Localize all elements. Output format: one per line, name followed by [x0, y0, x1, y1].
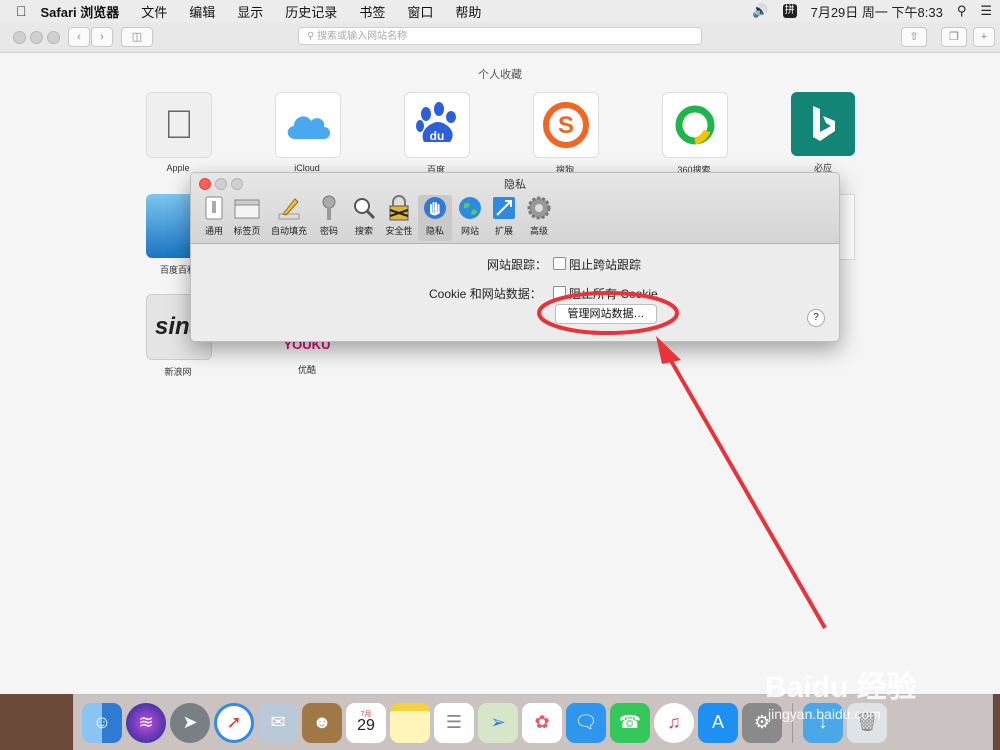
- finder-icon[interactable]: ☺: [82, 702, 122, 743]
- siri-icon[interactable]: ≋: [126, 702, 166, 743]
- highlight-ellipse: [537, 291, 679, 335]
- annotation-arrow-line: [664, 351, 827, 629]
- calendar-icon[interactable]: 7月 29: [346, 702, 386, 743]
- app-store-icon[interactable]: A: [698, 702, 738, 743]
- baidu-jingyan-watermark: Baidu 经验: [765, 671, 917, 704]
- annotation-arrowhead: [656, 336, 681, 364]
- messages-icon[interactable]: 🗨: [566, 702, 606, 743]
- photos-icon[interactable]: ✿: [522, 702, 562, 743]
- facetime-icon[interactable]: ☎: [610, 702, 650, 743]
- itunes-icon[interactable]: ♫: [654, 702, 694, 743]
- reminders-icon[interactable]: ☰: [434, 702, 474, 743]
- watermark-url: jingyan.baidu.com: [768, 706, 881, 722]
- annotation-overlay: [537, 291, 827, 629]
- safari-icon[interactable]: ➚: [214, 702, 254, 743]
- maps-icon[interactable]: ➢: [478, 702, 518, 743]
- notes-icon[interactable]: [390, 702, 430, 743]
- calendar-day: 29: [357, 717, 375, 734]
- mail-icon[interactable]: ✉: [258, 702, 298, 743]
- contacts-icon[interactable]: ☻: [302, 702, 342, 743]
- launchpad-icon[interactable]: ➤: [170, 702, 210, 743]
